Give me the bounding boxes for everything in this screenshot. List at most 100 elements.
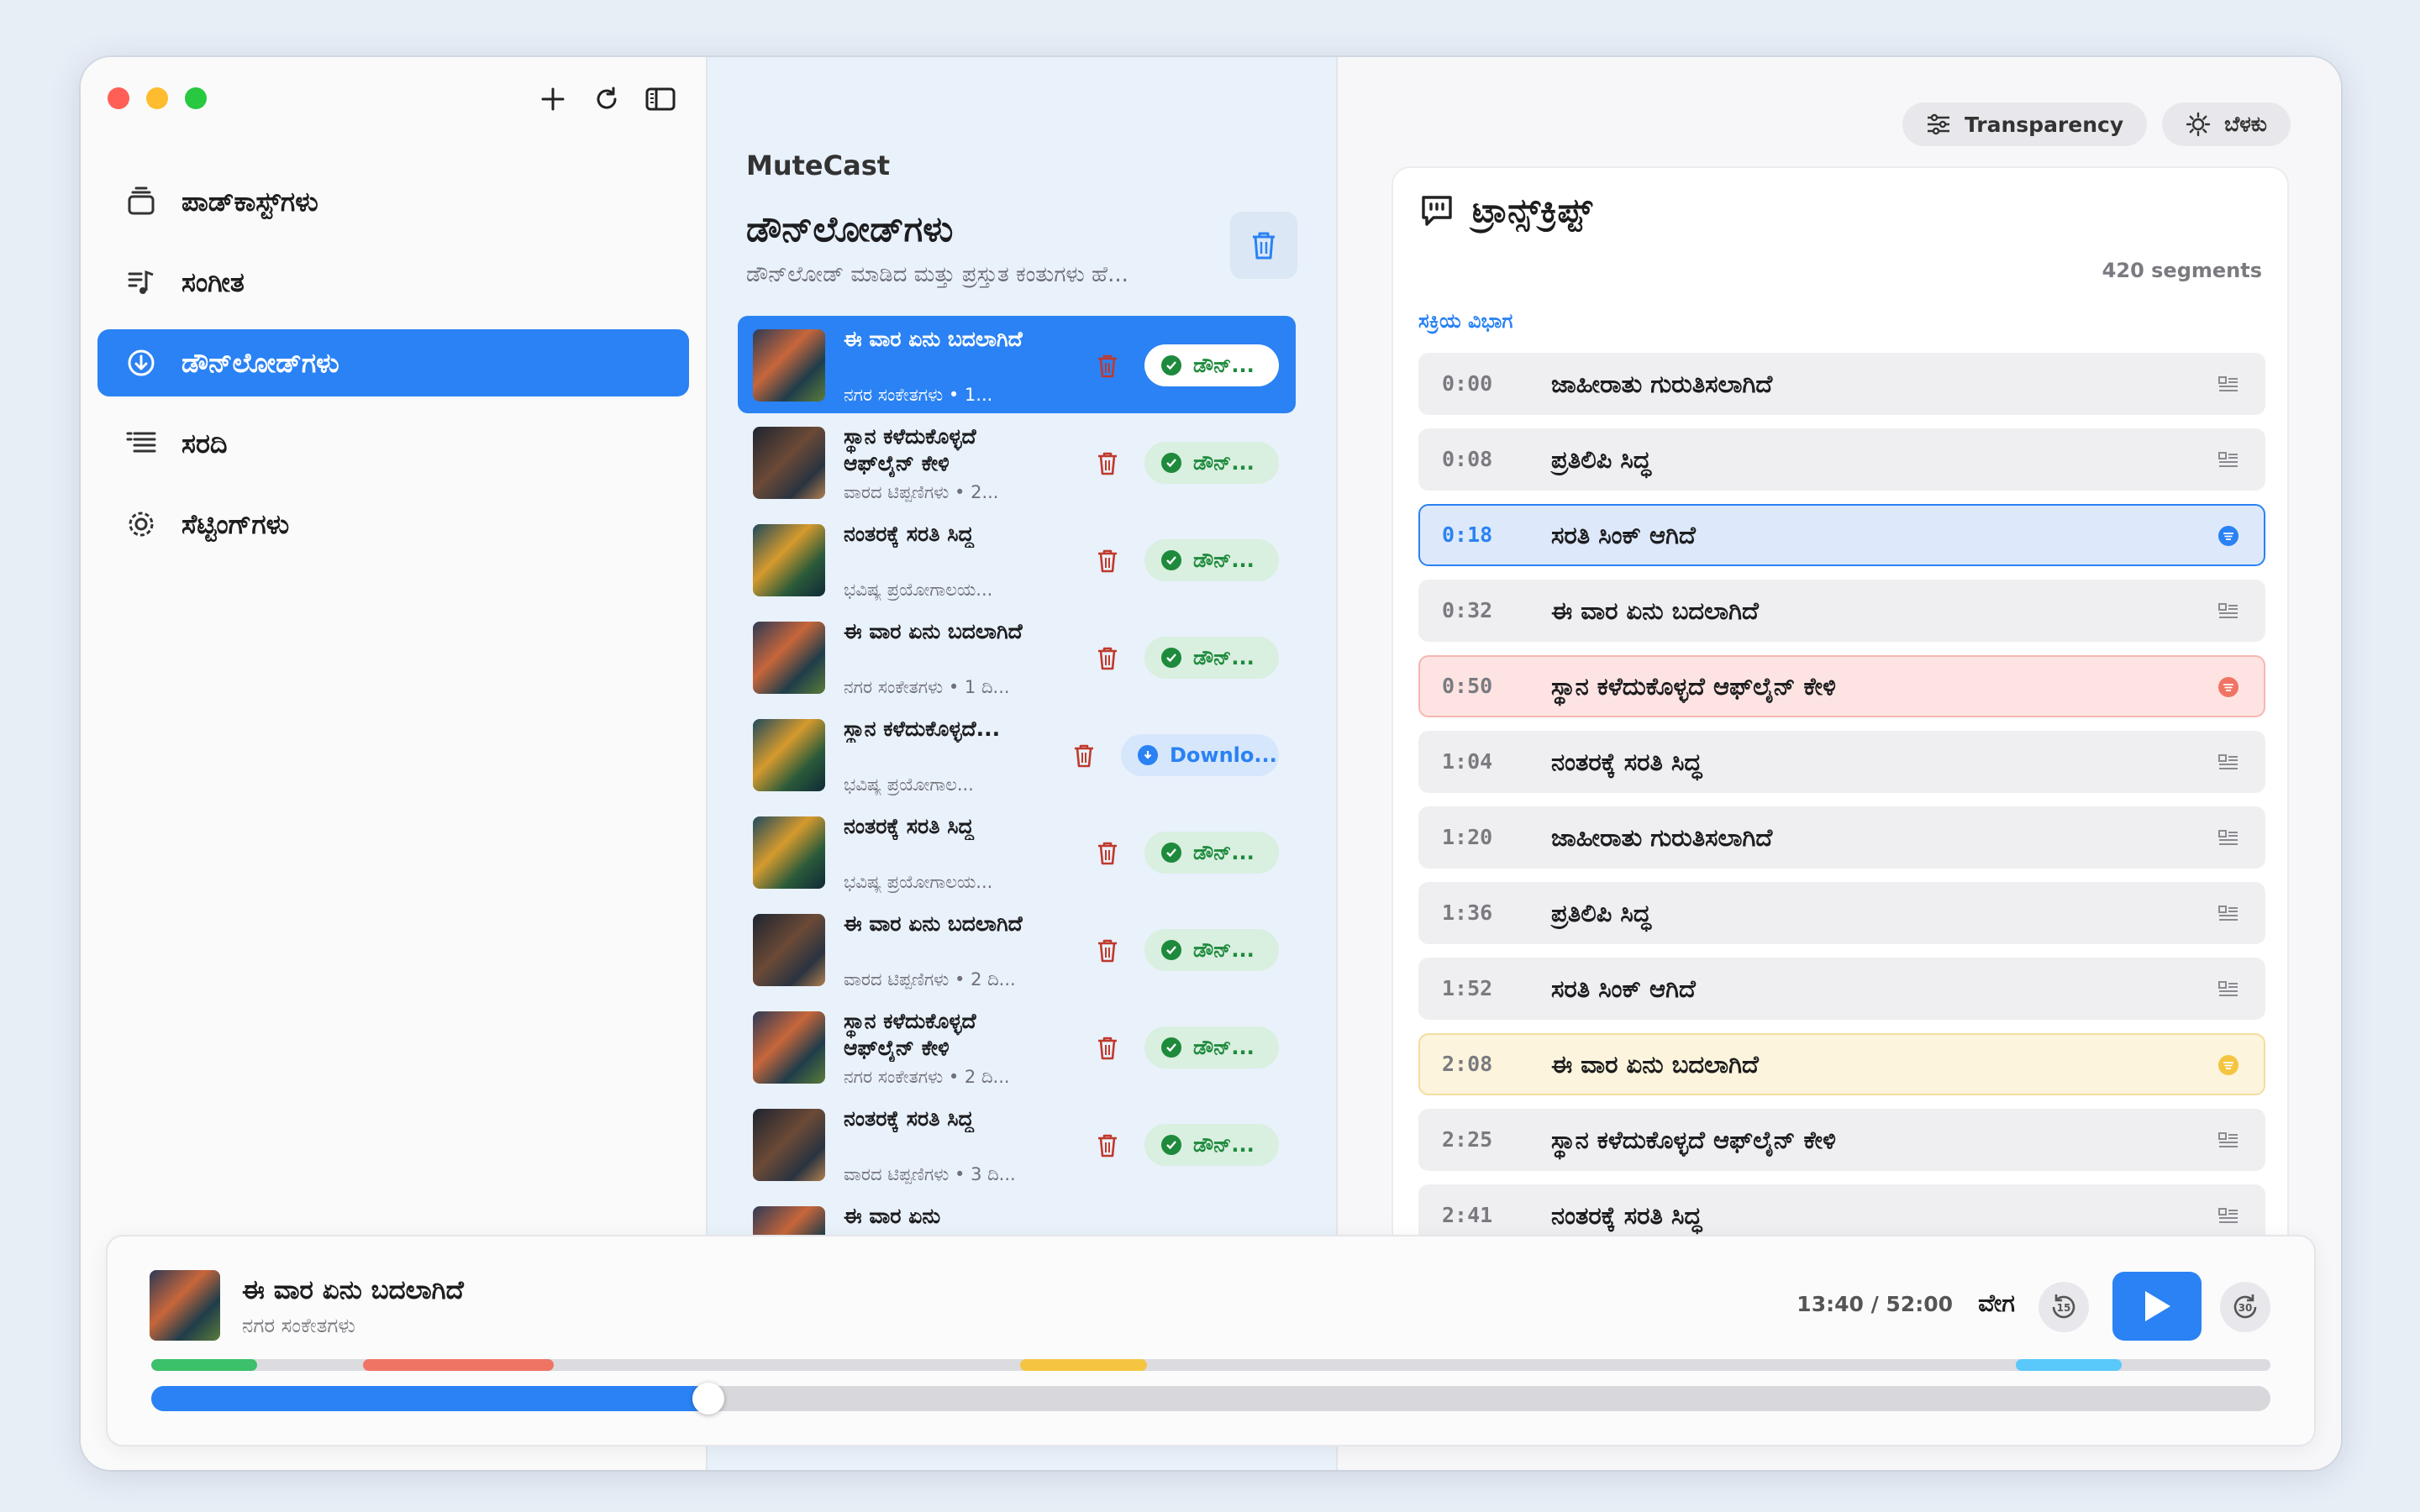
episode-artwork <box>753 1011 825 1084</box>
zoom-window-button[interactable] <box>185 87 207 109</box>
segment-time: 2:08 <box>1442 1052 1493 1076</box>
transcript-segment[interactable]: 1:36 ಪ್ರತಿಲಿಪಿ ಸಿದ್ಧ <box>1418 882 2265 944</box>
list-item[interactable]: ಈ ವಾರ ಏನು ಬದಲಾಗಿದೆ ವಾರದ ಟಿಪ್ಪಣಿಗಳು • 2 ದ… <box>738 900 1296 998</box>
sun-icon <box>2186 112 2211 137</box>
delete-episode-button[interactable] <box>1067 739 1101 773</box>
transcript-segment[interactable]: 2:25 ಸ್ಥಾನ ಕಳೆದುಕೊಳ್ಳದೆ ಆಫ್‌ಲೈನ್ ಕೇಳಿ <box>1418 1109 2265 1171</box>
delete-episode-button[interactable] <box>1091 837 1124 870</box>
sidebar-nav: ಪಾಡ್‌ಕಾಸ್ಟ್‌ಗಳು ಸಂಗೀತ ಡೌನ್‌ಲೋಡ್‌ಗಳು ಸರದಿ… <box>97 168 689 571</box>
segment-text: ಸ್ಥಾನ ಕಳೆದುಕೊಳ್ಳದೆ ಆಫ್‌ಲೈನ್ ಕೇಳಿ <box>1551 1126 1836 1154</box>
check-icon <box>1161 1135 1181 1155</box>
delete-episode-button[interactable] <box>1091 349 1124 383</box>
status-label: Downlo... <box>1170 743 1277 767</box>
sliders-icon <box>1926 113 1951 135</box>
toggle-sidebar-button[interactable] <box>644 82 677 116</box>
sidebar-item-label: ಸರದಿ <box>182 427 228 459</box>
sidebar-item-podcasts[interactable]: ಪಾಡ್‌ಕಾಸ್ಟ್‌ಗಳು <box>97 168 689 235</box>
sidebar-item-settings[interactable]: ಸೆಟ್ಟಿಂಗ್‌ಗಳು <box>97 491 689 558</box>
list-item[interactable]: ಈ ವಾರ ಏನು ಬದಲಾಗಿದೆ ನಗರ ಸಂಕೇತಗಳು • 1... ಡ… <box>738 316 1296 413</box>
transparency-button[interactable]: Transparency <box>1902 102 2148 146</box>
delete-all-button[interactable] <box>1230 212 1297 279</box>
transcript-segment[interactable]: 2:08 ಈ ವಾರ ಏನು ಬದಲಾಗಿದೆ <box>1418 1033 2265 1095</box>
episode-title: ಈ ವಾರ ಏನು <box>844 1204 941 1228</box>
text-lines-icon <box>2217 449 2240 472</box>
skip-forward-label: 30 <box>2238 1302 2253 1314</box>
segment-marker <box>363 1359 555 1371</box>
episode-title: ಸ್ಥಾನ ಕಳೆದುಕೊಳ್ಳದೆ... <box>844 717 1001 741</box>
sidebar-item-queue[interactable]: ಸರದಿ <box>97 410 689 477</box>
app-name: MuteCast <box>746 150 891 181</box>
episode-title: ನಂತರಕ್ಕೆ ಸರತಿ ಸಿದ್ಧ <box>844 1106 974 1131</box>
theme-button[interactable]: ಬೆಳಕು <box>2162 102 2291 146</box>
refresh-button[interactable] <box>590 82 623 116</box>
list-item[interactable]: ಈ ವಾರ ಏನು ಬದಲಾಗಿದೆ ನಗರ ಸಂಕೇತಗಳು • 1 ದಿ..… <box>738 608 1296 706</box>
trash-icon <box>1098 354 1117 378</box>
segment-time: 1:52 <box>1442 976 1493 1000</box>
active-section-label: ಸಕ್ರಿಯ ವಿಭಾಗ <box>1418 309 1513 333</box>
transcript-segment[interactable]: 0:50 ಸ್ಥಾನ ಕಳೆದುಕೊಳ್ಳದೆ ಆಫ್‌ಲೈನ್ ಕೇಳಿ <box>1418 655 2265 717</box>
status-badge: ಡೌನ್... <box>1144 929 1279 971</box>
segment-time: 0:00 <box>1442 371 1493 396</box>
segment-marker <box>2016 1359 2123 1371</box>
segment-marker-icon <box>2217 675 2240 699</box>
check-icon <box>1161 648 1181 668</box>
transcript-segment[interactable]: 1:04 ನಂತರಕ್ಕೆ ಸರತಿ ಸಿದ್ಧ <box>1418 731 2265 793</box>
check-icon <box>1161 843 1181 863</box>
status-label: ಡೌನ್... <box>1193 841 1255 864</box>
delete-episode-button[interactable] <box>1091 447 1124 480</box>
segment-time: 0:18 <box>1442 522 1493 547</box>
list-item[interactable]: ಸ್ಥಾನ ಕಳೆದುಕೊಳ್ಳದೆ ಆಫ್‌ಲೈನ್ ಕೇಳಿ ನಗರ ಸಂಕ… <box>738 998 1296 1095</box>
delete-episode-button[interactable] <box>1091 544 1124 578</box>
delete-episode-button[interactable] <box>1091 1032 1124 1065</box>
skip-back-button[interactable]: 15 <box>2039 1282 2089 1332</box>
now-playing-subtitle: ನಗರ ಸಂಕೇತಗಳು <box>242 1314 356 1337</box>
transcript-segment[interactable]: 1:20 ಜಾಹೀರಾತು ಗುರುತಿಸಲಾಗಿದೆ <box>1418 806 2265 869</box>
queue-icon <box>121 423 161 464</box>
list-item[interactable]: ನಂತರಕ್ಕೆ ಸರತಿ ಸಿದ್ಧ ಭವಿಷ್ಯ ಪ್ರಯೋಗಾಲಯ... … <box>738 803 1296 900</box>
play-button[interactable] <box>2112 1272 2202 1341</box>
progress-slider[interactable] <box>151 1383 2270 1415</box>
delete-episode-button[interactable] <box>1091 934 1124 968</box>
podcast-icon <box>121 181 161 222</box>
list-item[interactable]: ನಂತರಕ್ಕೆ ಸರತಿ ಸಿದ್ಧ ವಾರದ ಟಿಪ್ಪಣಿಗಳು • 3 … <box>738 1095 1296 1193</box>
minimize-window-button[interactable] <box>146 87 168 109</box>
list-item[interactable]: ಸ್ಥಾನ ಕಳೆದುಕೊಳ್ಳದೆ ಆಫ್‌ಲೈನ್ ಕೇಳಿ ವಾರದ ಟಿ… <box>738 413 1296 511</box>
status-badge: ಡೌನ್... <box>1144 344 1279 386</box>
page-title: ಡೌನ್‌ಲೋಡ್‌ಗಳು <box>746 208 954 249</box>
speech-bubble-icon <box>1418 192 1455 229</box>
trash-icon <box>1098 842 1117 865</box>
segment-time: 1:36 <box>1442 900 1493 925</box>
delete-episode-button[interactable] <box>1091 1129 1124 1163</box>
list-item[interactable]: ಸ್ಥಾನ ಕಳೆದುಕೊಳ್ಳದೆ... ಭವಿಷ್ಯ ಪ್ರಯೋಗಾಲ...… <box>738 706 1296 803</box>
transcript-segment[interactable]: 0:32 ಈ ವಾರ ಏನು ಬದಲಾಗಿದೆ <box>1418 580 2265 642</box>
transcript-segment[interactable]: 0:00 ಜಾಹೀರಾತು ಗುರುತಿಸಲಾಗಿದೆ <box>1418 353 2265 415</box>
segment-text: ನಂತರಕ್ಕೆ ಸರತಿ ಸಿದ್ಧ <box>1551 1201 1702 1230</box>
delete-episode-button[interactable] <box>1091 642 1124 675</box>
playback-time: 13:40 / 52:00 <box>1797 1292 1953 1316</box>
segment-time: 0:32 <box>1442 598 1493 622</box>
status-label: ಡೌನ್... <box>1193 1133 1255 1157</box>
episode-artwork <box>753 329 825 402</box>
status-badge: ಡೌನ್... <box>1144 832 1279 874</box>
segment-text: ಈ ವಾರ ಏನು ಬದಲಾಗಿದೆ <box>1551 596 1759 625</box>
transcript-segment[interactable]: 1:52 ಸರತಿ ಸಿಂಕ್ ಆಗಿದೆ <box>1418 958 2265 1020</box>
trash-icon <box>1098 452 1117 475</box>
sidebar-item-downloads[interactable]: ಡೌನ್‌ಲೋಡ್‌ಗಳು <box>97 329 689 396</box>
close-window-button[interactable] <box>108 87 129 109</box>
skip-forward-button[interactable]: 30 <box>2220 1282 2270 1332</box>
text-lines-icon <box>2217 1129 2240 1152</box>
transcript-segment[interactable]: 0:18 ಸರತಿ ಸಿಂಕ್ ಆಗಿದೆ <box>1418 504 2265 566</box>
add-button[interactable] <box>536 82 570 116</box>
transcript-card: ಟ್ರಾನ್ಸ್‌ಕ್ರಿಪ್ಟ್ 420 segments ಸಕ್ರಿಯ ವಿ… <box>1392 166 2289 1342</box>
gear-icon <box>121 504 161 544</box>
now-playing-bar: ಈ ವಾರ ಏನು ಬದಲಾಗಿದೆ ನಗರ ಸಂಕೇತಗಳು 13:40 / … <box>106 1235 2316 1446</box>
text-lines-icon <box>2217 902 2240 926</box>
transcript-segments: 0:00 ಜಾಹೀರಾತು ಗುರುತಿಸಲಾಗಿದೆ 0:08 ಪ್ರತಿಲಿಪಿ … <box>1418 353 2265 1336</box>
progress-knob[interactable] <box>692 1383 725 1415</box>
transcript-segment[interactable]: 0:08 ಪ್ರತಿಲಿಪಿ ಸಿದ್ಧ <box>1418 428 2265 491</box>
status-badge: ಡೌನ್... <box>1144 637 1279 679</box>
speed-button[interactable]: ವೇಗ <box>1978 1289 2015 1318</box>
sidebar-item-music[interactable]: ಸಂಗೀತ <box>97 249 689 316</box>
list-item[interactable]: ನಂತರಕ್ಕೆ ಸರತಿ ಸಿದ್ಧ ಭವಿಷ್ಯ ಪ್ರಯೋಗಾಲಯ... … <box>738 511 1296 608</box>
episode-meta: ನಗರ ಸಂಕೇತಗಳು • 2 ದಿ... <box>844 1067 1010 1087</box>
